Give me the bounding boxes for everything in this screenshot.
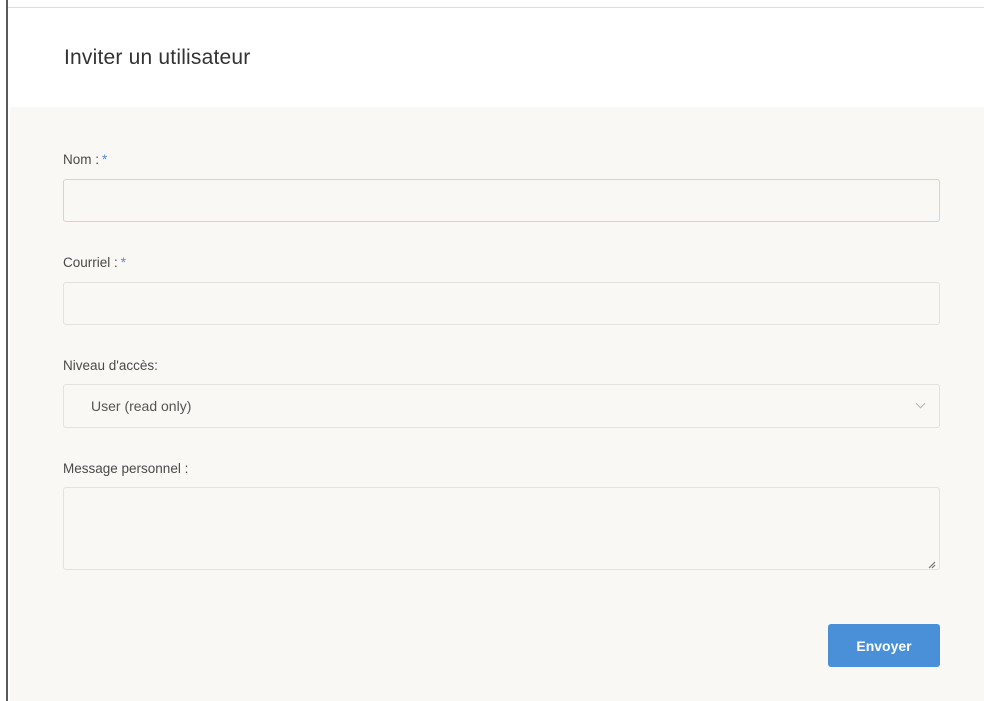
- access-level-selected-value: User (read only): [91, 398, 192, 414]
- browser-frame: Inviter un utilisateur Nom : * Courriel :…: [0, 0, 984, 701]
- invite-user-dialog: Inviter un utilisateur Nom : * Courriel :…: [10, 8, 984, 701]
- window-top-edge: [8, 0, 984, 8]
- name-label-text: Nom :: [63, 152, 100, 167]
- name-required-marker: *: [102, 152, 108, 167]
- access-level-select[interactable]: User (read only): [63, 384, 940, 428]
- email-input[interactable]: [63, 282, 940, 325]
- dialog-header: Inviter un utilisateur: [10, 8, 984, 107]
- dialog-body: Nom : * Courriel : * Niveau d'accès: User …: [10, 107, 984, 701]
- window-left-edge: [0, 0, 8, 701]
- access-level-label: Niveau d'accès:: [63, 358, 158, 373]
- chevron-down-icon: [915, 398, 926, 409]
- email-required-marker: *: [120, 255, 127, 270]
- send-button[interactable]: Envoyer: [828, 624, 940, 667]
- message-label: Message personnel :: [63, 461, 189, 476]
- resize-grip-icon[interactable]: [928, 561, 936, 569]
- dialog-title: Inviter un utilisateur: [64, 46, 251, 69]
- email-label: Courriel : *: [63, 255, 126, 270]
- email-label-text: Courriel :: [63, 255, 118, 270]
- name-label: Nom : *: [63, 152, 107, 167]
- name-input[interactable]: [63, 179, 940, 222]
- message-textarea[interactable]: [63, 487, 940, 570]
